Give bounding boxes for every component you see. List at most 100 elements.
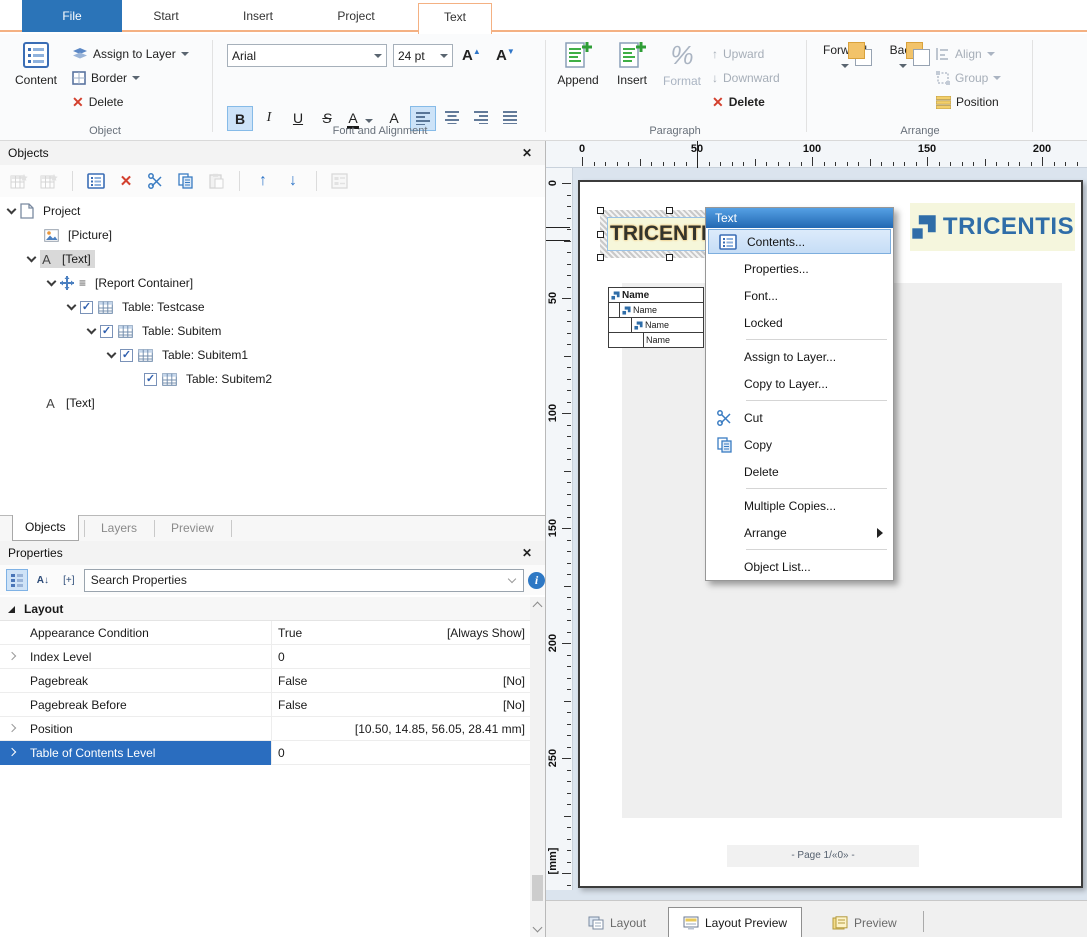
ribbon-tab-file[interactable]: File [22,0,122,32]
delete-x-button[interactable]: ✕ [115,170,137,192]
menu-item-contents---[interactable]: Contents... [708,229,891,254]
object-delete-button[interactable]: ✕ Delete [72,91,123,113]
expander-icon[interactable] [8,652,16,660]
move-upward-button[interactable]: ↑Upward [712,43,764,65]
border-button[interactable]: Border [72,67,140,89]
table-header-cell[interactable]: Name [609,288,703,302]
chevron-down-icon[interactable] [508,574,516,582]
selection-handle[interactable] [597,207,604,214]
table-header-row[interactable]: Name [608,302,704,318]
shrink-font-button[interactable]: A▼ [496,44,515,66]
property-row[interactable]: PagebreakFalse[No] [0,669,531,693]
tree-item-content[interactable]: A[Text] [44,394,99,412]
grow-font-button[interactable]: A▲ [462,44,481,66]
bold-button[interactable]: B [227,106,253,131]
properties-scrollbar[interactable] [530,597,545,937]
table-header-cell[interactable]: Name [620,303,703,317]
categorized-view-button[interactable] [6,569,28,591]
page-footer-object[interactable]: - Page 1/«0» - [727,845,919,867]
position-button[interactable]: Position [936,91,999,113]
insert-paragraph-button[interactable]: Insert [608,40,656,87]
property-value[interactable]: False [278,669,307,693]
align-justify-button[interactable] [497,106,523,131]
property-row[interactable]: Position[10.50, 14.85, 56.05, 28.41 mm] [0,717,531,741]
view-tab-preview[interactable]: Preview [818,907,911,937]
panel-tab-layers[interactable]: Layers [89,516,149,541]
tree-item[interactable]: ✓Table: Subitem [0,319,545,343]
table-header-row[interactable]: Name [608,317,704,333]
copy-button[interactable] [175,170,197,192]
align-objects-button[interactable]: Align [936,43,995,65]
paragraph-delete-button[interactable]: ✕Delete [712,91,765,113]
property-row[interactable]: Appearance ConditionTrue[Always Show] [0,621,531,645]
menu-item-assign-to-layer---[interactable]: Assign to Layer... [706,343,893,370]
panel-tab-preview[interactable]: Preview [159,516,226,541]
back-button[interactable]: Back [880,40,926,71]
scroll-down-icon[interactable] [533,923,543,933]
tree-checkbox[interactable]: ✓ [120,349,133,362]
chevron-down-icon[interactable] [47,276,57,286]
font-size-combo[interactable]: 24 pt [393,44,453,67]
expander-icon[interactable] [8,724,16,732]
view-tab-layout-preview[interactable]: Layout Preview [668,907,802,937]
chevron-down-icon[interactable] [7,204,17,214]
tree-item[interactable]: Project [0,199,545,223]
tree-item[interactable]: ≡[Report Container] [0,271,545,295]
expand-collapse-button[interactable]: [+] [58,569,80,591]
tree-item[interactable]: ✓Table: Testcase [0,295,545,319]
ribbon-tab-text[interactable]: Text [418,3,492,34]
panel-tab-objects[interactable]: Objects [12,515,79,541]
menu-item-properties---[interactable]: Properties... [706,255,893,282]
sort-alphabetical-button[interactable]: A↓ [32,569,54,591]
menu-item-arrange[interactable]: Arrange [706,519,893,546]
contents-button[interactable] [85,170,107,192]
tree-item-content[interactable]: Project [20,202,84,220]
chevron-down-icon[interactable] [107,348,117,358]
tree-item-content[interactable]: Table: Subitem2 [162,370,276,388]
property-row[interactable]: Pagebreak BeforeFalse[No] [0,693,531,717]
property-value[interactable]: 0 [278,645,285,669]
move-downward-button[interactable]: ↓Downward [712,67,780,89]
scrollbar-thumb[interactable] [532,875,543,901]
ribbon-tab-project[interactable]: Project [316,3,396,32]
selection-handle[interactable] [666,254,673,261]
arrow-down-button[interactable]: ↓ [282,170,304,192]
menu-item-cut[interactable]: Cut [706,404,893,431]
ribbon-tab-start[interactable]: Start [130,3,202,32]
menu-item-font---[interactable]: Font... [706,282,893,309]
forward-button[interactable]: Forward [816,40,874,71]
info-icon[interactable]: i [528,572,545,589]
selection-handle[interactable] [597,254,604,261]
menu-item-delete[interactable]: Delete [706,458,893,485]
format-paragraph-button[interactable]: % Format [658,40,706,88]
chevron-down-icon[interactable] [27,252,37,262]
objects-panel-close-icon[interactable]: ✕ [519,141,535,165]
table-header-row[interactable]: Name [608,287,704,303]
table-header-cell[interactable]: Name [644,333,703,347]
logo-picture-object[interactable]: TRICENTIS [910,203,1075,251]
property-row[interactable]: Table of Contents Level0 [0,741,531,765]
property-value[interactable]: True [278,621,302,645]
selection-handle[interactable] [666,207,673,214]
group-objects-button[interactable]: Group [936,67,1001,89]
ribbon-tab-insert[interactable]: Insert [222,3,294,32]
tree-item[interactable]: [Picture] [0,223,545,247]
property-row[interactable]: Index Level0 [0,645,531,669]
table-header-row[interactable]: Name [608,332,704,348]
font-name-combo[interactable]: Arial [227,44,387,67]
menu-item-copy[interactable]: Copy [706,431,893,458]
properties-panel-close-icon[interactable]: ✕ [519,541,535,565]
scissors-button[interactable] [145,170,167,192]
tree-checkbox[interactable]: ✓ [80,301,93,314]
italic-button[interactable]: I [256,106,282,131]
scroll-up-icon[interactable] [533,602,543,612]
property-group-header[interactable]: Layout [0,597,531,621]
assign-to-layer-button[interactable]: Assign to Layer [72,43,189,65]
view-tab-layout[interactable]: Layout [574,907,660,937]
property-value[interactable]: False [278,693,307,717]
tree-item-content[interactable]: ≡[Report Container] [60,274,197,292]
tree-item-content[interactable]: Table: Subitem [118,322,225,340]
tree-item[interactable]: ✓Table: Subitem1 [0,343,545,367]
tree-checkbox[interactable]: ✓ [144,373,157,386]
tree-item[interactable]: A[Text] [0,247,545,271]
